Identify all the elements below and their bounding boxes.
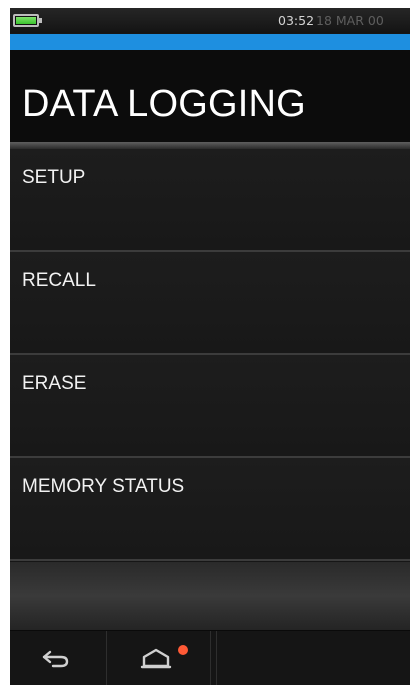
back-arrow-icon	[42, 650, 69, 668]
accent-bar	[10, 34, 410, 50]
device-screen: 03:52 18 MAR 00 DATA LOGGING SETUP RECAL…	[10, 8, 410, 685]
menu-item-label: RECALL	[22, 270, 96, 291]
menu-item-memory-status[interactable]: MEMORY STATUS	[10, 458, 410, 561]
home-button[interactable]	[107, 631, 210, 685]
menu-item-label: ERASE	[22, 373, 87, 394]
menu-item-recall[interactable]: RECALL	[10, 252, 410, 355]
battery-icon	[13, 14, 42, 27]
menu-empty-area	[10, 562, 410, 630]
menu-item-erase[interactable]: ERASE	[10, 355, 410, 458]
page-header: DATA LOGGING	[10, 50, 410, 142]
notification-dot	[178, 645, 188, 655]
status-time: 03:52	[278, 13, 315, 28]
home-icon	[140, 648, 172, 669]
menu-item-label: SETUP	[22, 167, 86, 188]
bottom-nav-bar	[10, 630, 410, 685]
menu-item-label: MEMORY STATUS	[22, 476, 185, 497]
menu-list: SETUP RECALL ERASE MEMORY STATUS	[10, 149, 410, 561]
page-title: DATA LOGGING	[22, 83, 306, 125]
status-bar: 03:52 18 MAR 00	[10, 8, 410, 33]
status-date: 18 MAR 00	[316, 13, 384, 28]
back-button[interactable]	[10, 631, 106, 685]
header-divider	[10, 142, 410, 149]
nav-separator	[216, 631, 217, 685]
nav-separator	[210, 631, 211, 685]
menu-item-setup[interactable]: SETUP	[10, 149, 410, 252]
